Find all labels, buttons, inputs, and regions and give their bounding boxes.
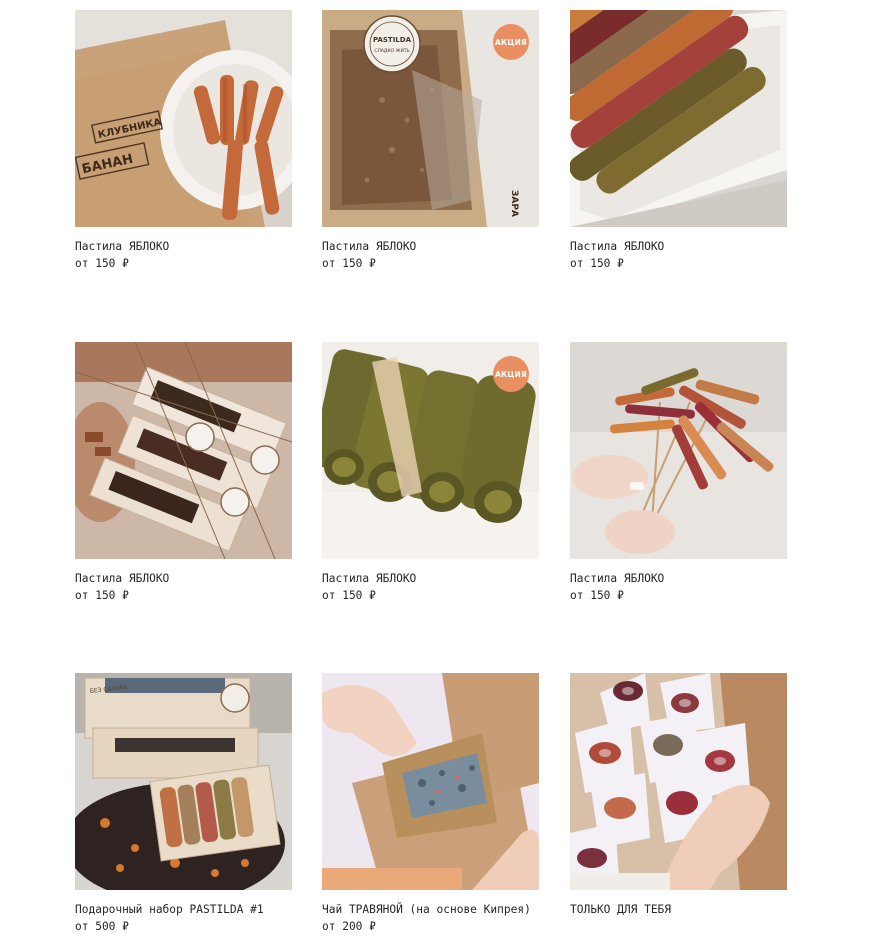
bag-side-text: ЗАРА (509, 190, 519, 217)
seal-sub-text: СЛАДКО ЖИТЬ (374, 48, 409, 54)
product-title[interactable]: Пастила ЯБЛОКО (75, 571, 292, 587)
product-price: от 150 ₽ (322, 257, 376, 270)
product-price: от 500 ₽ (75, 920, 129, 933)
product-card[interactable]: ТОЛЬКО ДЛЯ ТЕБЯ (570, 673, 787, 918)
product-photo-herbal-tea (322, 673, 539, 890)
product-image[interactable]: КЛУБНИКА БАНАН (75, 10, 292, 227)
product-price: от 150 ₽ (75, 589, 129, 602)
product-image[interactable] (570, 342, 787, 559)
sale-badge: АКЦИЯ (493, 356, 529, 392)
product-image[interactable] (75, 342, 292, 559)
product-price: от 200 ₽ (322, 920, 376, 933)
product-card[interactable]: Пастила ЯБЛОКО от 150 ₽ (570, 342, 787, 604)
product-photo-kraft-bag: КЛУБНИКА БАНАН (75, 10, 292, 227)
product-photo-gift-set: БЕЗ САХАРА (75, 673, 292, 890)
product-image[interactable]: БЕЗ САХАРА (75, 673, 292, 890)
product-card[interactable]: БЕЗ САХАРА Подарочный набор PASTILDA #1 … (75, 673, 292, 935)
product-photo-gift-boxes (75, 342, 292, 559)
product-title[interactable]: Пастила ЯБЛОКО (570, 571, 787, 587)
product-card[interactable]: Чай ТРАВЯНОЙ (на основе Кипрея) от 200 ₽ (322, 673, 539, 935)
product-image[interactable]: PASTILDA СЛАДКО ЖИТЬ ЗАРА АКЦИЯ (322, 10, 539, 227)
product-card[interactable]: АКЦИЯ Пастила ЯБЛОКО от 150 ₽ (322, 342, 539, 604)
product-title[interactable]: Пастила ЯБЛОКО (570, 239, 787, 255)
product-title[interactable]: Пастила ЯБЛОКО (322, 571, 539, 587)
product-price: от 150 ₽ (75, 257, 129, 270)
product-image[interactable] (570, 10, 787, 227)
product-image[interactable]: АКЦИЯ (322, 342, 539, 559)
product-card[interactable]: PASTILDA СЛАДКО ЖИТЬ ЗАРА АКЦИЯ Пастила … (322, 10, 539, 272)
product-title[interactable]: Пастила ЯБЛОКО (75, 239, 292, 255)
product-image[interactable] (322, 673, 539, 890)
product-price: от 150 ₽ (570, 589, 624, 602)
product-card[interactable]: Пастила ЯБЛОКО от 150 ₽ (570, 10, 787, 272)
product-photo-colorful-rolls-box (570, 10, 787, 227)
sale-badge: АКЦИЯ (493, 24, 529, 60)
seal-brand-text: PASTILDA (373, 36, 412, 44)
product-card[interactable]: КЛУБНИКА БАНАН Пастила ЯБЛОКО от 150 ₽ (75, 10, 292, 272)
product-photo-roll-bouquet (570, 342, 787, 559)
product-price: от 150 ₽ (322, 589, 376, 602)
product-image[interactable] (570, 673, 787, 890)
product-title[interactable]: ТОЛЬКО ДЛЯ ТЕБЯ (570, 902, 787, 918)
product-photo-cone-bouquet (570, 673, 787, 890)
product-card[interactable]: Пастила ЯБЛОКО от 150 ₽ (75, 342, 292, 604)
product-title[interactable]: Подарочный набор PASTILDA #1 (75, 902, 292, 918)
product-title[interactable]: Чай ТРАВЯНОЙ (на основе Кипрея) (322, 902, 539, 918)
product-title[interactable]: Пастила ЯБЛОКО (322, 239, 539, 255)
product-price: от 150 ₽ (570, 257, 624, 270)
